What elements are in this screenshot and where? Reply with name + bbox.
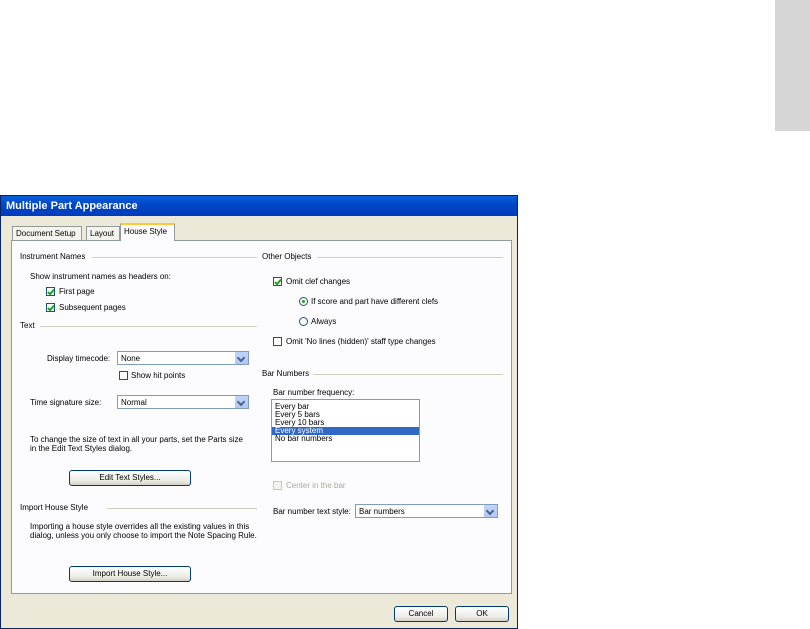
ok-button[interactable]: OK — [455, 606, 509, 622]
omit-no-lines-label: Omit 'No lines (hidden)' staff type chan… — [286, 337, 436, 346]
instrument-names-header: Instrument Names — [20, 252, 86, 261]
omit-no-lines-checkbox[interactable] — [273, 337, 282, 346]
divider — [40, 326, 257, 327]
always-label: Always — [311, 317, 337, 326]
divider — [317, 257, 503, 258]
chevron-down-icon — [234, 396, 248, 408]
title-bar[interactable]: Multiple Part Appearance — [1, 196, 517, 216]
time-signature-size-label: Time signature size: — [30, 398, 102, 407]
divider — [107, 508, 257, 509]
dialog-title: Multiple Part Appearance — [6, 200, 138, 212]
cancel-button[interactable]: Cancel — [394, 606, 448, 622]
import-house-style-info: Importing a house style overrides all th… — [30, 522, 257, 540]
background-side-tab — [775, 0, 810, 131]
omit-clef-changes-checkbox[interactable] — [273, 277, 282, 286]
always-radio[interactable] — [299, 317, 308, 326]
show-hit-points-label: Show hit points — [131, 371, 186, 380]
bar-number-frequency-list[interactable]: Every bar Every 5 bars Every 10 bars Eve… — [271, 399, 420, 462]
show-hit-points-checkbox[interactable] — [119, 371, 128, 380]
time-signature-size-select[interactable]: Normal — [117, 395, 249, 409]
list-item[interactable]: No bar numbers — [272, 435, 419, 443]
divider — [92, 257, 257, 258]
other-objects-header: Other Objects — [262, 252, 312, 261]
first-page-label: First page — [59, 287, 95, 296]
center-in-bar-label: Center in the bar — [286, 481, 346, 490]
bar-numbers-header: Bar Numbers — [262, 369, 310, 378]
tab-layout[interactable]: Layout — [86, 226, 120, 240]
bar-number-frequency-label: Bar number frequency: — [273, 388, 355, 397]
tab-house-style[interactable]: House Style — [120, 223, 175, 241]
bar-number-text-style-label: Bar number text style: — [273, 507, 351, 516]
chevron-down-icon — [234, 352, 248, 364]
tab-document-setup[interactable]: Document Setup — [12, 226, 82, 240]
multiple-part-appearance-dialog: Multiple Part Appearance Document Setup … — [0, 195, 518, 629]
center-in-bar-checkbox[interactable] — [273, 481, 282, 490]
omit-clef-changes-label: Omit clef changes — [286, 277, 351, 286]
display-timecode-select[interactable]: None — [117, 351, 249, 365]
bar-number-text-style-select[interactable]: Bar numbers — [355, 504, 498, 518]
house-style-panel: Instrument Names Show instrument names a… — [11, 240, 512, 594]
text-size-info: To change the size of text in all your p… — [30, 435, 243, 453]
import-house-style-button[interactable]: Import House Style... — [69, 566, 191, 582]
different-clefs-radio[interactable] — [299, 297, 308, 306]
edit-text-styles-button[interactable]: Edit Text Styles... — [69, 470, 191, 486]
divider — [313, 374, 503, 375]
text-header: Text — [20, 321, 35, 330]
instrument-names-prompt: Show instrument names as headers on: — [30, 272, 171, 281]
display-timecode-label: Display timecode: — [47, 354, 111, 363]
subsequent-pages-label: Subsequent pages — [59, 303, 126, 312]
subsequent-pages-checkbox[interactable] — [46, 303, 55, 312]
first-page-checkbox[interactable] — [46, 287, 55, 296]
different-clefs-label: If score and part have different clefs — [311, 297, 439, 306]
import-house-style-header: Import House Style — [20, 503, 89, 512]
chevron-down-icon — [483, 505, 497, 517]
